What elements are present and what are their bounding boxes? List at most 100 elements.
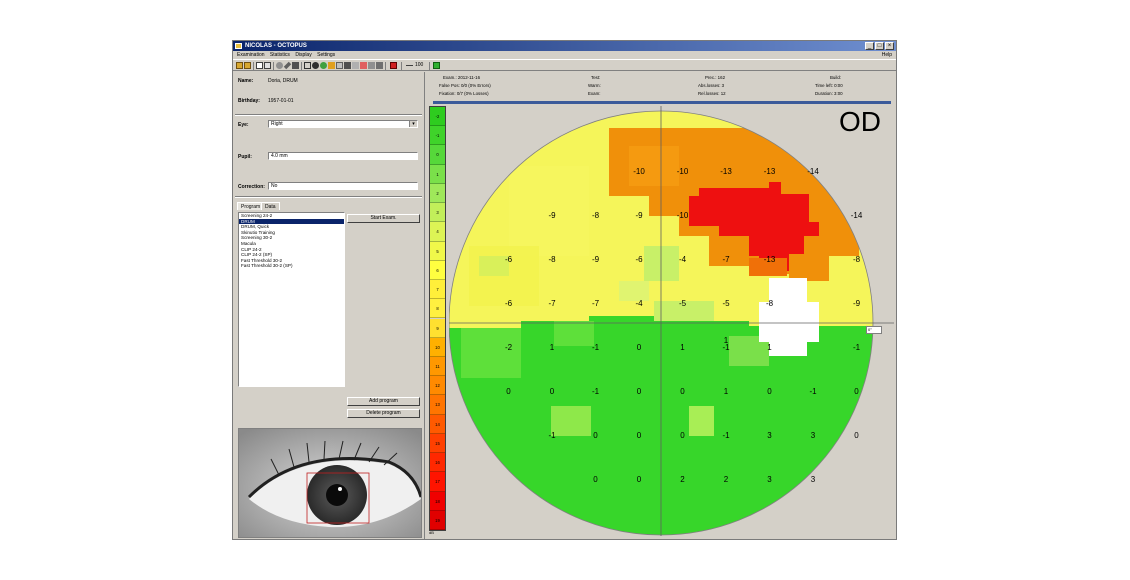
- db-value: -9: [548, 211, 556, 220]
- pupil-field[interactable]: 4.0 mm: [268, 152, 418, 160]
- report-icon[interactable]: [360, 62, 367, 69]
- prec-value: Prec.: 162: [705, 75, 726, 80]
- db-value: -13: [720, 167, 732, 176]
- green-sphere-icon[interactable]: [320, 62, 327, 69]
- menu-display[interactable]: Display: [295, 52, 311, 58]
- scale-cell: 3: [430, 203, 445, 223]
- save-icon[interactable]: [336, 62, 343, 69]
- sphere-icon[interactable]: [312, 62, 319, 69]
- export-icon[interactable]: [344, 62, 351, 69]
- duration: Duration: 3:00: [815, 91, 843, 96]
- db-value: -5: [722, 299, 730, 308]
- fixation: Fixation: 0/7 (0% Losses): [439, 91, 489, 96]
- scale-cell: 0: [430, 145, 445, 165]
- left-panel: Name: Doria, DRUM Birthday: 1957-01-01 E…: [235, 72, 422, 539]
- db-value: 1: [767, 343, 772, 352]
- db-value: -14: [807, 167, 819, 176]
- minimize-button[interactable]: _: [865, 42, 874, 50]
- menu-statistics[interactable]: Statistics: [270, 52, 290, 58]
- start-exam-button[interactable]: Start Exam.: [347, 214, 420, 223]
- db-value: -8: [765, 299, 774, 308]
- db-value: 0: [549, 387, 555, 396]
- db-value: 2: [723, 475, 729, 484]
- db-value: -9: [852, 299, 861, 308]
- exam-date: Exam.: 2012-11-16: [443, 75, 481, 80]
- scale-cell: 17: [430, 472, 445, 492]
- frame-icon[interactable]: [304, 62, 311, 69]
- scale-cell: -2: [430, 107, 445, 127]
- eye-select[interactable]: Right ▾: [268, 120, 418, 128]
- db-value: -10: [633, 167, 645, 176]
- print-icon[interactable]: [264, 62, 271, 69]
- correction-value: No: [271, 183, 278, 189]
- scale-cell: 7: [430, 280, 445, 300]
- db-value: 0: [636, 475, 642, 484]
- correction-field[interactable]: No: [268, 182, 418, 190]
- db-value: 1: [723, 336, 729, 346]
- name-value: Doria, DRUM: [268, 78, 298, 84]
- db-value: 0: [636, 387, 642, 396]
- db-value: -4: [635, 299, 643, 308]
- db-value: 1: [549, 343, 555, 352]
- pupil-value: 4.0 mm: [271, 153, 288, 159]
- list-item[interactable]: Fast Threshold 30-2 (SP): [239, 263, 344, 269]
- scale-cell: 1: [430, 164, 445, 184]
- program-list[interactable]: Screening 24-2 DRUM DRUM, Quick Skinutio…: [238, 212, 345, 387]
- view-icon[interactable]: [352, 62, 359, 69]
- db-value: -4: [678, 255, 687, 264]
- scale-cell: 4: [430, 222, 445, 242]
- grid-icon[interactable]: [292, 62, 299, 69]
- color-icon[interactable]: [328, 62, 335, 69]
- menu-help[interactable]: Help: [882, 51, 892, 59]
- window-title: NICOLAS - OCTOPUS: [245, 43, 307, 49]
- patient-icon[interactable]: [276, 62, 283, 69]
- db-value: -8: [591, 211, 600, 220]
- db-value: -10: [676, 167, 689, 176]
- db-value: -8: [890, 299, 896, 308]
- pen-icon[interactable]: [283, 61, 292, 70]
- close-button[interactable]: ×: [885, 42, 894, 50]
- chevron-down-icon[interactable]: ▾: [409, 121, 417, 127]
- db-value: 1: [723, 387, 729, 396]
- eye-label: Eye:: [238, 122, 249, 128]
- db-value: 3: [810, 431, 816, 440]
- print-preview-icon[interactable]: [256, 62, 263, 69]
- delete-program-button[interactable]: Delete program: [347, 409, 420, 418]
- exam-info: Exam.: 2012-11-16 False Pos: 0/0 (0% Err…: [425, 72, 896, 100]
- stats-icon[interactable]: [376, 62, 383, 69]
- toolbar: 100: [233, 59, 896, 71]
- menu-settings[interactable]: Settings: [317, 52, 335, 58]
- add-icon[interactable]: [433, 62, 440, 69]
- db-value: -9: [635, 211, 643, 220]
- settings-icon[interactable]: [368, 62, 375, 69]
- divider-line: [433, 101, 891, 104]
- db-value: -10: [676, 211, 689, 220]
- tab-data[interactable]: Data: [261, 202, 280, 210]
- db-value: -13: [763, 255, 776, 264]
- maximize-button[interactable]: □: [875, 42, 884, 50]
- db-value: -1: [591, 343, 600, 352]
- db-value: 3: [767, 475, 772, 484]
- eye-select-value: Right: [271, 121, 283, 127]
- axis-dropdown[interactable]: 0°: [866, 326, 882, 334]
- db-value: -1: [591, 387, 600, 396]
- open-file-icon[interactable]: [244, 62, 251, 69]
- db-value: 3: [810, 475, 816, 484]
- db-value: 0: [680, 387, 685, 396]
- db-value: -2: [504, 343, 513, 352]
- open-folder-icon[interactable]: [236, 62, 243, 69]
- scale-cell: 8: [430, 299, 445, 319]
- stop-icon[interactable]: [390, 62, 397, 69]
- eye-image: [239, 429, 421, 537]
- exam-label: Exam:: [588, 91, 601, 96]
- app-window: NICOLAS - OCTOPUS _ □ × Examination Stat…: [232, 40, 897, 540]
- add-program-button[interactable]: Add program: [347, 397, 420, 406]
- menu-examination[interactable]: Examination: [237, 52, 265, 58]
- db-value: -6: [635, 255, 643, 264]
- scale-cell: 10: [430, 337, 445, 357]
- minus-icon[interactable]: [406, 65, 413, 69]
- scale-cell: 6: [430, 260, 445, 281]
- db-value: 0: [680, 431, 685, 440]
- scale-cell: 14: [430, 414, 445, 434]
- test-label: Test:: [591, 75, 601, 80]
